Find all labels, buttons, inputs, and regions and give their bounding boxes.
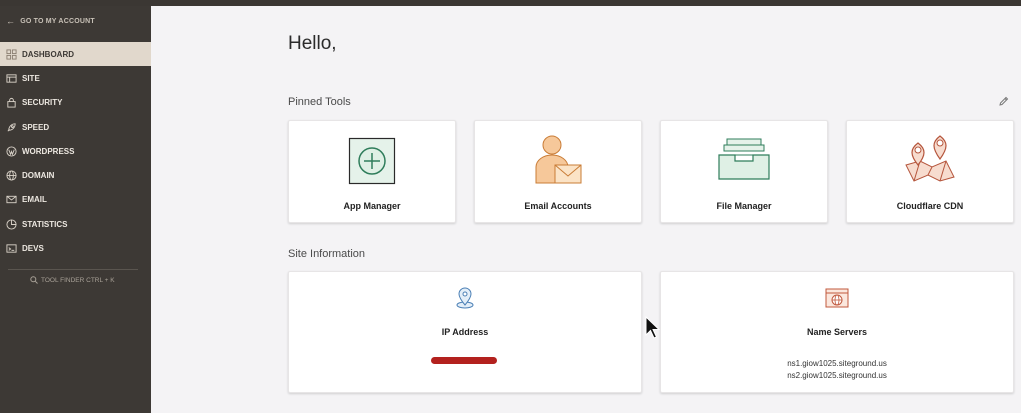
name-servers-label: Name Servers (806, 327, 868, 337)
site-icon (5, 72, 17, 84)
location-pin-icon (456, 287, 474, 309)
dashboard-grid-icon (5, 48, 17, 60)
rocket-icon (5, 121, 17, 133)
card-label: Email Accounts (524, 201, 592, 211)
arrow-left-icon: ← (6, 16, 16, 26)
cloudflare-map-icon (905, 135, 955, 182)
sidebar-item-label: STATISTICS (22, 219, 68, 229)
ip-address-redaction (431, 357, 497, 364)
pencil-icon[interactable] (998, 96, 1009, 107)
terminal-icon (5, 243, 17, 255)
sidebar-item-domain[interactable]: DOMAIN (0, 163, 151, 187)
sidebar-item-dashboard[interactable]: DASHBOARD (0, 42, 151, 67)
sidebar-item-label: SECURITY (22, 98, 63, 108)
card-label: Cloudflare CDN (896, 201, 964, 211)
envelope-icon (5, 194, 17, 206)
lock-icon (5, 97, 17, 109)
file-manager-icon (718, 138, 770, 180)
sidebar-item-label: DASHBOARD (22, 49, 74, 59)
sidebar-item-devs[interactable]: DEVS (0, 236, 151, 260)
sidebar-item-label: DEVS (22, 244, 44, 254)
site-information-title: Site Information (288, 248, 366, 260)
pie-chart-icon (5, 218, 17, 230)
sidebar-item-statistics[interactable]: STATISTICS (0, 212, 151, 236)
search-icon (30, 276, 38, 284)
sidebar-item-label: DOMAIN (22, 171, 55, 181)
name-servers-card: Name Servers ns1.giow1025.siteground.us … (660, 271, 1014, 393)
card-label: File Manager (716, 201, 772, 211)
nameserver-1[interactable]: ns1.giow1025.siteground.us (661, 359, 1013, 368)
sidebar-divider (8, 269, 138, 270)
wordpress-icon (5, 145, 17, 157)
app-manager-icon (348, 137, 396, 185)
go-to-account-link[interactable]: ← GO TO MY ACCOUNT (6, 15, 95, 27)
go-to-account-label: GO TO MY ACCOUNT (20, 17, 95, 25)
pinned-tools-title: Pinned Tools (288, 96, 351, 108)
mouse-cursor-icon (645, 316, 661, 339)
main-content: Hello, Pinned Tools App Manager Email Ac… (151, 6, 1021, 413)
tool-finder[interactable]: TOOL FINDER CTRL + K (30, 276, 115, 284)
page-greeting: Hello, (288, 33, 337, 54)
card-label: App Manager (343, 201, 401, 211)
pinned-tool-app-manager[interactable]: App Manager (288, 120, 456, 223)
sidebar-item-wordpress[interactable]: WORDPRESS (0, 139, 151, 163)
sidebar-item-label: EMAIL (22, 195, 47, 205)
sidebar-item-site[interactable]: SITE (0, 66, 151, 90)
email-accounts-icon (535, 135, 582, 184)
sidebar-item-email[interactable]: EMAIL (0, 188, 151, 212)
sidebar-item-label: SITE (22, 73, 40, 83)
ip-address-card: IP Address (288, 271, 642, 393)
tool-finder-label: TOOL FINDER CTRL + K (41, 276, 115, 284)
sidebar-nav: DASHBOARD SITE SECURITY SPEED WORDPRESS (0, 42, 151, 261)
sidebar: ← GO TO MY ACCOUNT DASHBOARD SITE SECURI… (0, 6, 151, 413)
sidebar-item-speed[interactable]: SPEED (0, 115, 151, 139)
pinned-tool-email-accounts[interactable]: Email Accounts (474, 120, 642, 223)
sidebar-item-security[interactable]: SECURITY (0, 91, 151, 115)
pinned-tool-cloudflare-cdn[interactable]: Cloudflare CDN (846, 120, 1014, 223)
globe-icon (5, 170, 17, 182)
pinned-tool-file-manager[interactable]: File Manager (660, 120, 828, 223)
nameserver-2[interactable]: ns2.giow1025.siteground.us (661, 371, 1013, 380)
ip-address-label: IP Address (441, 327, 489, 337)
web-browser-globe-icon (825, 288, 849, 308)
sidebar-item-label: WORDPRESS (22, 146, 75, 156)
sidebar-item-label: SPEED (22, 122, 50, 132)
